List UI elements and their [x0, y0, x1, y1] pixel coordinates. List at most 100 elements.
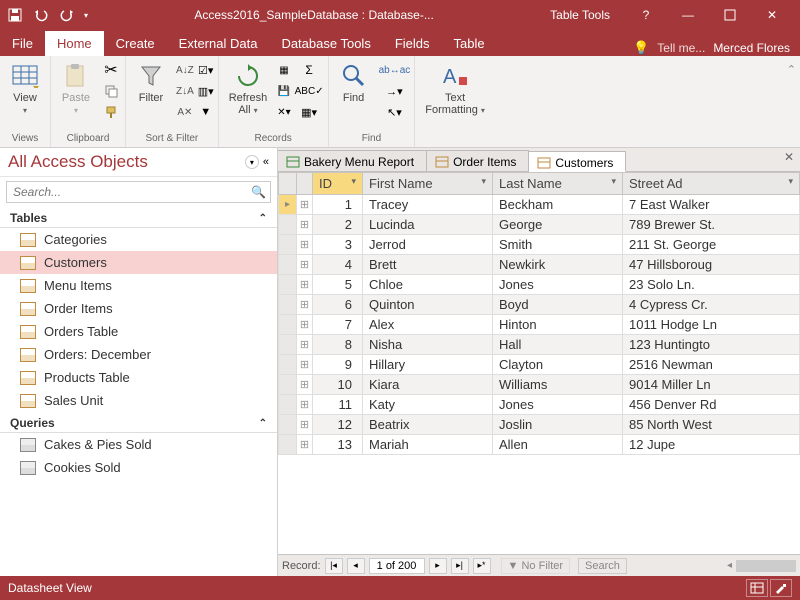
save-icon[interactable] [6, 6, 24, 24]
expand-row-icon[interactable]: ⊞ [297, 335, 313, 355]
nav-search[interactable]: 🔍 [6, 181, 271, 203]
cell-street[interactable]: 12 Jupe [623, 435, 800, 455]
cell-street[interactable]: 85 North West [623, 415, 800, 435]
redo-icon[interactable] [58, 6, 76, 24]
cell-id[interactable]: 11 [313, 395, 363, 415]
collapse-group-icon[interactable]: ⌃ [259, 418, 267, 429]
text-formatting-button[interactable]: A TextFormatting ▾ [419, 60, 491, 118]
row-selector[interactable] [279, 375, 297, 395]
column-header[interactable]: ID▾ [313, 173, 363, 195]
document-tab[interactable]: Bakery Menu Report [278, 150, 427, 171]
nav-item-table[interactable]: Sales Unit [0, 389, 277, 412]
cell-street[interactable]: 47 Hillsboroug [623, 255, 800, 275]
expand-row-icon[interactable]: ⊞ [297, 215, 313, 235]
close-icon[interactable]: ✕ [752, 0, 792, 30]
new-record-nav-icon[interactable]: ▸* [473, 558, 491, 574]
cell-first-name[interactable]: Jerrod [363, 235, 493, 255]
table-row[interactable]: ▸⊞1TraceyBeckham7 East Walker [279, 195, 800, 215]
table-row[interactable]: ⊞7AlexHinton1011 Hodge Ln [279, 315, 800, 335]
tell-me-input[interactable]: Tell me... [657, 41, 705, 55]
row-selector[interactable] [279, 235, 297, 255]
expand-row-icon[interactable]: ⊞ [297, 375, 313, 395]
copy-icon[interactable] [101, 81, 121, 101]
expand-row-icon[interactable]: ⊞ [297, 255, 313, 275]
table-row[interactable]: ⊞6QuintonBoyd4 Cypress Cr. [279, 295, 800, 315]
cell-first-name[interactable]: Alex [363, 315, 493, 335]
cell-id[interactable]: 1 [313, 195, 363, 215]
advanced-filter-icon[interactable]: ▥▾ [198, 81, 214, 101]
more-records-icon[interactable]: ▦▾ [295, 102, 324, 122]
cell-street[interactable]: 9014 Miller Ln [623, 375, 800, 395]
hscroll-left-icon[interactable]: ◂ [727, 560, 732, 571]
filter-status[interactable]: ▼ No Filter [501, 558, 571, 574]
help-icon[interactable]: ? [626, 0, 666, 30]
cell-first-name[interactable]: Nisha [363, 335, 493, 355]
collapse-group-icon[interactable]: ⌃ [259, 213, 267, 224]
cell-first-name[interactable]: Brett [363, 255, 493, 275]
replace-icon[interactable]: ab↔ac [379, 60, 411, 80]
search-box[interactable]: Search [578, 558, 627, 574]
table-row[interactable]: ⊞4BrettNewkirk47 Hillsboroug [279, 255, 800, 275]
nav-item-table[interactable]: Orders: December [0, 343, 277, 366]
next-record-icon[interactable]: ▸ [429, 558, 447, 574]
table-row[interactable]: ⊞3JerrodSmith211 St. George [279, 235, 800, 255]
user-name[interactable]: Merced Flores [713, 41, 790, 55]
cell-last-name[interactable]: Boyd [493, 295, 623, 315]
cell-last-name[interactable]: Allen [493, 435, 623, 455]
table-row[interactable]: ⊞11KatyJones456 Denver Rd [279, 395, 800, 415]
cell-id[interactable]: 5 [313, 275, 363, 295]
search-icon[interactable]: 🔍 [251, 185, 266, 199]
totals-icon[interactable]: Σ [295, 60, 324, 80]
cell-first-name[interactable]: Kiara [363, 375, 493, 395]
nav-collapse-icon[interactable]: « [263, 156, 269, 168]
nav-item-query[interactable]: Cookies Sold [0, 456, 277, 479]
delete-record-icon[interactable]: ✕▾ [277, 102, 290, 122]
selection-filter-icon[interactable]: ☑▾ [198, 60, 214, 80]
table-row[interactable]: ⊞9HillaryClayton2516 Newman [279, 355, 800, 375]
toggle-filter-icon[interactable]: ▼ [198, 102, 214, 122]
row-selector[interactable] [279, 295, 297, 315]
nav-item-table[interactable]: Menu Items [0, 274, 277, 297]
cell-street[interactable]: 1011 Hodge Ln [623, 315, 800, 335]
row-selector[interactable] [279, 355, 297, 375]
maximize-icon[interactable] [710, 0, 750, 30]
find-button[interactable]: Find [333, 60, 375, 106]
cell-street[interactable]: 211 St. George [623, 235, 800, 255]
collapse-ribbon-icon[interactable]: ⌃ [787, 64, 796, 76]
cell-id[interactable]: 10 [313, 375, 363, 395]
minimize-icon[interactable]: — [668, 0, 708, 30]
cell-street[interactable]: 123 Huntingto [623, 335, 800, 355]
select-icon[interactable]: ↖▾ [379, 102, 411, 122]
row-selector[interactable] [279, 315, 297, 335]
cell-last-name[interactable]: Jones [493, 275, 623, 295]
cell-first-name[interactable]: Chloe [363, 275, 493, 295]
cell-last-name[interactable]: Joslin [493, 415, 623, 435]
nav-item-query[interactable]: Cakes & Pies Sold [0, 433, 277, 456]
expand-row-icon[interactable]: ⊞ [297, 355, 313, 375]
nav-dropdown-icon[interactable]: ▾ [245, 155, 259, 169]
cell-id[interactable]: 2 [313, 215, 363, 235]
paste-button[interactable]: Paste ▾ [55, 60, 97, 117]
column-header[interactable]: First Name▾ [363, 173, 493, 195]
tab-database-tools[interactable]: Database Tools [269, 31, 382, 56]
tab-external-data[interactable]: External Data [167, 31, 270, 56]
cell-id[interactable]: 7 [313, 315, 363, 335]
row-selector[interactable] [279, 215, 297, 235]
table-row[interactable]: ⊞12BeatrixJoslin85 North West [279, 415, 800, 435]
document-tab[interactable]: Order Items [427, 150, 529, 171]
sort-asc-icon[interactable]: A↓Z [176, 60, 194, 80]
cell-id[interactable]: 8 [313, 335, 363, 355]
nav-item-table[interactable]: Customers [0, 251, 277, 274]
tab-table[interactable]: Table [442, 31, 497, 56]
column-header[interactable]: Last Name▾ [493, 173, 623, 195]
nav-item-table[interactable]: Order Items [0, 297, 277, 320]
cell-id[interactable]: 9 [313, 355, 363, 375]
column-header[interactable]: Street Ad▾ [623, 173, 800, 195]
tab-home[interactable]: Home [45, 31, 104, 56]
record-position-input[interactable] [369, 558, 425, 574]
cell-street[interactable]: 456 Denver Rd [623, 395, 800, 415]
cell-id[interactable]: 6 [313, 295, 363, 315]
column-dropdown-icon[interactable]: ▾ [481, 176, 486, 187]
nav-search-input[interactable] [11, 183, 251, 201]
table-row[interactable]: ⊞10KiaraWilliams9014 Miller Ln [279, 375, 800, 395]
